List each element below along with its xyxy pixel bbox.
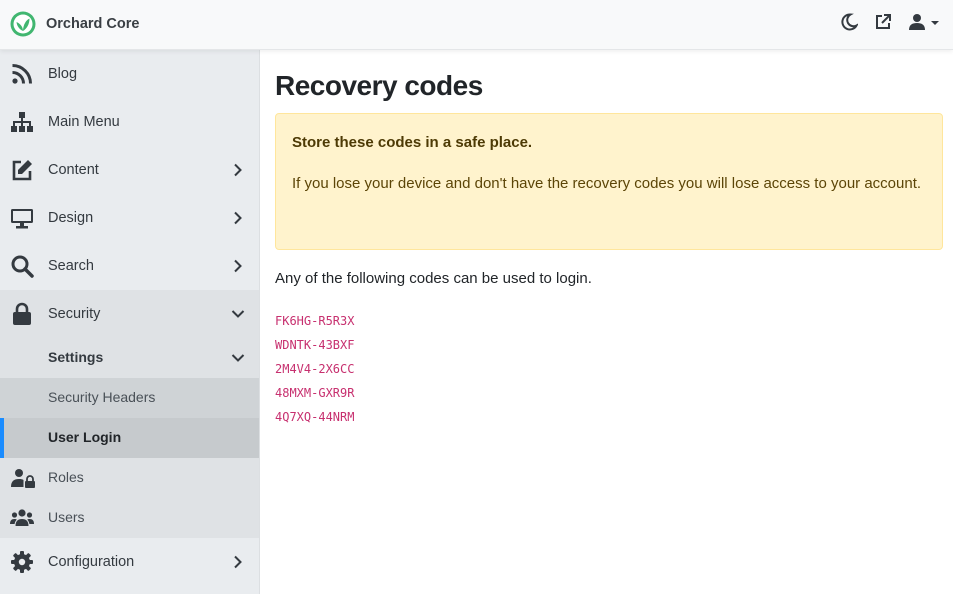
sitemap-icon xyxy=(11,112,33,132)
sidebar-item-users[interactable]: Users xyxy=(0,498,259,538)
recovery-code: FK6HG-R5R3X xyxy=(275,314,355,328)
sidebar-item-configuration[interactable]: Configuration xyxy=(0,538,259,586)
sidebar-item-design[interactable]: Design xyxy=(0,194,259,242)
sidebar-item-main-menu[interactable]: Main Menu xyxy=(0,98,259,146)
chevron-right-icon xyxy=(234,163,242,177)
sidebar-group-security: Security Settings Security Headers User … xyxy=(0,290,259,538)
admin-sidebar: Blog Main Menu Content Design Search Sec… xyxy=(0,50,260,594)
chevron-down-icon xyxy=(231,310,245,318)
recovery-code: 48MXM-GXR9R xyxy=(275,386,355,400)
sidebar-item-label: Settings xyxy=(48,349,104,365)
warning-alert: Store these codes in a safe place. If yo… xyxy=(275,113,943,250)
page-title: Recovery codes xyxy=(275,70,483,101)
sidebar-item-label: Security xyxy=(48,306,101,322)
sidebar-item-blog[interactable]: Blog xyxy=(0,50,259,98)
brand-link[interactable]: Orchard Core xyxy=(10,11,139,37)
orchard-core-logo xyxy=(10,11,36,37)
sidebar-item-label: Main Menu xyxy=(48,114,120,130)
chevron-down-icon xyxy=(231,354,245,362)
sidebar-item-label: Blog xyxy=(48,66,78,82)
external-link-icon[interactable] xyxy=(874,13,892,31)
edit-icon xyxy=(12,160,32,181)
users-icon xyxy=(10,509,34,526)
sidebar-item-search[interactable]: Search xyxy=(0,242,259,290)
moon-icon[interactable] xyxy=(840,13,858,31)
sidebar-item-label: Content xyxy=(48,162,99,178)
recovery-code: 2M4V4-2X6CC xyxy=(275,362,355,376)
recovery-codes-list: FK6HG-R5R3X WDNTK-43BXF 2M4V4-2X6CC 48MX… xyxy=(275,313,354,433)
top-navbar: Orchard Core xyxy=(0,0,953,50)
sidebar-item-content[interactable]: Content xyxy=(0,146,259,194)
user-lock-icon xyxy=(11,469,35,488)
sidebar-item-label: Roles xyxy=(48,469,84,485)
sidebar-item-settings[interactable]: Settings xyxy=(0,338,259,378)
rss-icon xyxy=(12,64,32,84)
app-title: Orchard Core xyxy=(46,16,140,32)
sidebar-item-security[interactable]: Security xyxy=(0,290,259,338)
sidebar-item-label: Security Headers xyxy=(48,389,156,405)
chevron-right-icon xyxy=(234,555,242,569)
sidebar-item-label: Configuration xyxy=(48,554,135,570)
alert-heading: Store these codes in a safe place. xyxy=(292,134,533,151)
codes-intro-text: Any of the following codes can be used t… xyxy=(275,270,592,287)
lock-icon xyxy=(13,302,31,325)
gear-icon xyxy=(11,551,33,573)
alert-body: If you lose your device and don't have t… xyxy=(292,175,922,192)
sidebar-item-security-headers[interactable]: Security Headers xyxy=(0,378,259,418)
sidebar-item-label: Users xyxy=(48,509,85,525)
user-menu-button[interactable] xyxy=(908,13,941,31)
caret-down-icon xyxy=(931,21,939,25)
chevron-right-icon xyxy=(234,259,242,273)
recovery-code: 4Q7XQ-44NRM xyxy=(275,410,355,424)
search-icon xyxy=(11,255,34,278)
recovery-code: WDNTK-43BXF xyxy=(275,338,355,352)
user-icon xyxy=(909,14,925,30)
sidebar-item-label: User Login xyxy=(48,429,122,445)
chevron-right-icon xyxy=(234,211,242,225)
sidebar-item-roles[interactable]: Roles xyxy=(0,458,259,498)
monitor-icon xyxy=(11,209,33,229)
main-content: Recovery codes Store these codes in a sa… xyxy=(260,50,953,594)
sidebar-item-user-login[interactable]: User Login xyxy=(0,418,259,458)
sidebar-item-label: Design xyxy=(48,210,94,226)
sidebar-item-label: Search xyxy=(48,258,94,274)
